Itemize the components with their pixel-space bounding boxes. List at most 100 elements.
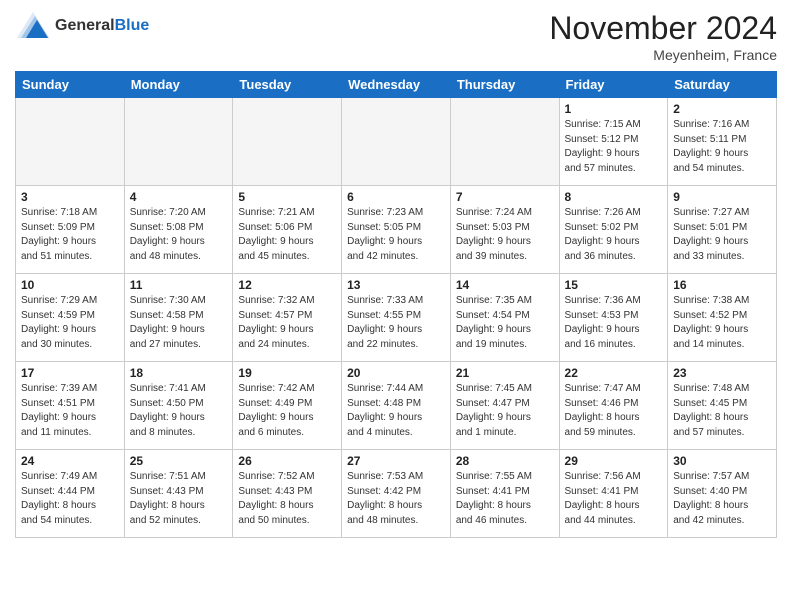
week-row-2: 3 Sunrise: 7:18 AM Sunset: 5:09 PM Daylig… (16, 186, 777, 274)
day-info: Sunrise: 7:53 AM Sunset: 4:42 PM Dayligh… (347, 470, 445, 528)
day-info: Sunrise: 7:16 AM Sunset: 5:11 PM Dayligh… (673, 118, 771, 176)
week-row-1: 1 Sunrise: 7:15 AM Sunset: 5:12 PM Daylig… (16, 98, 777, 186)
day-number: 25 (130, 454, 228, 468)
calendar-cell (16, 98, 125, 186)
calendar-cell: 3 Sunrise: 7:18 AM Sunset: 5:09 PM Daylig… (16, 186, 125, 274)
calendar-cell: 26 Sunrise: 7:52 AM Sunset: 4:43 PM Dayli… (233, 450, 342, 538)
calendar-cell: 28Sunrise: 7:55 AM Sunset: 4:41 PM Dayli… (450, 450, 559, 538)
calendar-cell (450, 98, 559, 186)
calendar-cell: 30Sunrise: 7:57 AM Sunset: 4:40 PM Dayli… (668, 450, 777, 538)
calendar-cell: 2 Sunrise: 7:16 AM Sunset: 5:11 PM Daylig… (668, 98, 777, 186)
calendar-cell: 27 Sunrise: 7:53 AM Sunset: 4:42 PM Dayli… (342, 450, 451, 538)
day-number: 20 (347, 366, 445, 380)
title-block: November 2024 Meyenheim, France (549, 10, 777, 63)
calendar-cell: 19Sunrise: 7:42 AM Sunset: 4:49 PM Dayli… (233, 362, 342, 450)
weekday-header-tuesday: Tuesday (233, 72, 342, 98)
calendar-cell: 14 Sunrise: 7:35 AM Sunset: 4:54 PM Dayli… (450, 274, 559, 362)
day-info: Sunrise: 7:51 AM Sunset: 4:43 PM Dayligh… (130, 470, 228, 528)
week-row-4: 17Sunrise: 7:39 AM Sunset: 4:51 PM Dayli… (16, 362, 777, 450)
day-info: Sunrise: 7:52 AM Sunset: 4:43 PM Dayligh… (238, 470, 336, 528)
day-number: 8 (565, 190, 663, 204)
location: Meyenheim, France (549, 47, 777, 63)
page: GeneralBlue November 2024 Meyenheim, Fra… (0, 0, 792, 553)
calendar-cell: 18 Sunrise: 7:41 AM Sunset: 4:50 PM Dayli… (124, 362, 233, 450)
day-number: 24 (21, 454, 119, 468)
calendar-cell (342, 98, 451, 186)
day-number: 12 (238, 278, 336, 292)
day-number: 11 (130, 278, 228, 292)
day-info: Sunrise: 7:56 AM Sunset: 4:41 PM Dayligh… (565, 470, 663, 528)
day-number: 7 (456, 190, 554, 204)
day-info: Sunrise: 7:45 AM Sunset: 4:47 PM Dayligh… (456, 382, 554, 440)
day-info: Sunrise: 7:38 AM Sunset: 4:52 PM Dayligh… (673, 294, 771, 352)
weekday-header-monday: Monday (124, 72, 233, 98)
calendar-cell: 16Sunrise: 7:38 AM Sunset: 4:52 PM Dayli… (668, 274, 777, 362)
day-info: Sunrise: 7:55 AM Sunset: 4:41 PM Dayligh… (456, 470, 554, 528)
week-row-3: 10Sunrise: 7:29 AM Sunset: 4:59 PM Dayli… (16, 274, 777, 362)
logo: GeneralBlue (15, 10, 149, 42)
day-info: Sunrise: 7:33 AM Sunset: 4:55 PM Dayligh… (347, 294, 445, 352)
day-info: Sunrise: 7:47 AM Sunset: 4:46 PM Dayligh… (565, 382, 663, 440)
day-number: 23 (673, 366, 771, 380)
calendar-cell (124, 98, 233, 186)
month-title: November 2024 (549, 10, 777, 47)
calendar: SundayMondayTuesdayWednesdayThursdayFrid… (15, 71, 777, 538)
calendar-cell: 17Sunrise: 7:39 AM Sunset: 4:51 PM Dayli… (16, 362, 125, 450)
calendar-cell: 6 Sunrise: 7:23 AM Sunset: 5:05 PM Daylig… (342, 186, 451, 274)
weekday-header-saturday: Saturday (668, 72, 777, 98)
day-number: 13 (347, 278, 445, 292)
day-number: 14 (456, 278, 554, 292)
day-info: Sunrise: 7:15 AM Sunset: 5:12 PM Dayligh… (565, 118, 663, 176)
calendar-cell: 13 Sunrise: 7:33 AM Sunset: 4:55 PM Dayli… (342, 274, 451, 362)
day-number: 29 (565, 454, 663, 468)
day-number: 6 (347, 190, 445, 204)
calendar-cell: 11Sunrise: 7:30 AM Sunset: 4:58 PM Dayli… (124, 274, 233, 362)
day-number: 4 (130, 190, 228, 204)
calendar-cell: 23 Sunrise: 7:48 AM Sunset: 4:45 PM Dayli… (668, 362, 777, 450)
calendar-cell: 7 Sunrise: 7:24 AM Sunset: 5:03 PM Daylig… (450, 186, 559, 274)
day-info: Sunrise: 7:21 AM Sunset: 5:06 PM Dayligh… (238, 206, 336, 264)
day-info: Sunrise: 7:44 AM Sunset: 4:48 PM Dayligh… (347, 382, 445, 440)
day-info: Sunrise: 7:42 AM Sunset: 4:49 PM Dayligh… (238, 382, 336, 440)
weekday-header-row: SundayMondayTuesdayWednesdayThursdayFrid… (16, 72, 777, 98)
calendar-cell: 4 Sunrise: 7:20 AM Sunset: 5:08 PM Daylig… (124, 186, 233, 274)
day-number: 27 (347, 454, 445, 468)
calendar-cell (233, 98, 342, 186)
day-info: Sunrise: 7:57 AM Sunset: 4:40 PM Dayligh… (673, 470, 771, 528)
calendar-cell: 1 Sunrise: 7:15 AM Sunset: 5:12 PM Daylig… (559, 98, 668, 186)
day-number: 18 (130, 366, 228, 380)
calendar-cell: 22Sunrise: 7:47 AM Sunset: 4:46 PM Dayli… (559, 362, 668, 450)
day-number: 10 (21, 278, 119, 292)
day-number: 3 (21, 190, 119, 204)
calendar-cell: 5Sunrise: 7:21 AM Sunset: 5:06 PM Daylig… (233, 186, 342, 274)
calendar-cell: 21Sunrise: 7:45 AM Sunset: 4:47 PM Dayli… (450, 362, 559, 450)
day-info: Sunrise: 7:35 AM Sunset: 4:54 PM Dayligh… (456, 294, 554, 352)
day-number: 17 (21, 366, 119, 380)
calendar-cell: 20 Sunrise: 7:44 AM Sunset: 4:48 PM Dayli… (342, 362, 451, 450)
calendar-cell: 8 Sunrise: 7:26 AM Sunset: 5:02 PM Daylig… (559, 186, 668, 274)
logo-icon (15, 10, 51, 42)
weekday-header-friday: Friday (559, 72, 668, 98)
day-info: Sunrise: 7:32 AM Sunset: 4:57 PM Dayligh… (238, 294, 336, 352)
day-info: Sunrise: 7:41 AM Sunset: 4:50 PM Dayligh… (130, 382, 228, 440)
day-info: Sunrise: 7:48 AM Sunset: 4:45 PM Dayligh… (673, 382, 771, 440)
day-number: 2 (673, 102, 771, 116)
day-info: Sunrise: 7:18 AM Sunset: 5:09 PM Dayligh… (21, 206, 119, 264)
day-info: Sunrise: 7:49 AM Sunset: 4:44 PM Dayligh… (21, 470, 119, 528)
day-number: 15 (565, 278, 663, 292)
day-info: Sunrise: 7:23 AM Sunset: 5:05 PM Dayligh… (347, 206, 445, 264)
calendar-cell: 25 Sunrise: 7:51 AM Sunset: 4:43 PM Dayli… (124, 450, 233, 538)
weekday-header-wednesday: Wednesday (342, 72, 451, 98)
header: GeneralBlue November 2024 Meyenheim, Fra… (15, 10, 777, 63)
logo-text: GeneralBlue (55, 17, 149, 35)
day-number: 1 (565, 102, 663, 116)
day-info: Sunrise: 7:27 AM Sunset: 5:01 PM Dayligh… (673, 206, 771, 264)
calendar-cell: 29 Sunrise: 7:56 AM Sunset: 4:41 PM Dayli… (559, 450, 668, 538)
week-row-5: 24 Sunrise: 7:49 AM Sunset: 4:44 PM Dayli… (16, 450, 777, 538)
weekday-header-sunday: Sunday (16, 72, 125, 98)
day-info: Sunrise: 7:20 AM Sunset: 5:08 PM Dayligh… (130, 206, 228, 264)
calendar-cell: 12 Sunrise: 7:32 AM Sunset: 4:57 PM Dayli… (233, 274, 342, 362)
day-info: Sunrise: 7:26 AM Sunset: 5:02 PM Dayligh… (565, 206, 663, 264)
day-number: 26 (238, 454, 336, 468)
day-info: Sunrise: 7:24 AM Sunset: 5:03 PM Dayligh… (456, 206, 554, 264)
